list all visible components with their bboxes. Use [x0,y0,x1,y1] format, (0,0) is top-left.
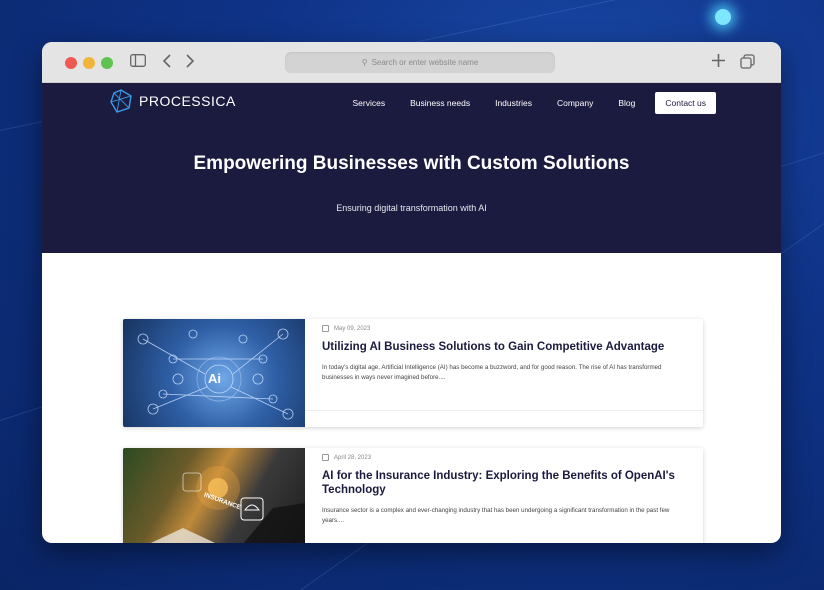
ai-badge-label: Ai [208,371,221,386]
logo-text: PROCESSICA [139,93,236,109]
back-icon[interactable] [162,54,172,72]
calendar-icon [322,454,329,461]
hero-subtitle: Ensuring digital transformation with AI [336,203,487,213]
site-logo[interactable]: PROCESSICA [109,89,236,113]
nav-company[interactable]: Company [557,98,593,108]
forward-icon[interactable] [185,54,195,72]
contact-us-button[interactable]: Contact us [655,92,716,114]
divider [305,410,703,411]
glow-dot [715,9,731,25]
search-icon: ⚲ [361,58,368,67]
post-date-text: May 09, 2023 [334,325,371,332]
main-nav: Services Business needs Industries Compa… [327,92,716,114]
calendar-icon [322,325,329,332]
post-thumbnail-insurance[interactable]: INSURANCE [123,448,305,543]
blog-post-card[interactable]: INSURANCE April 28, 2023 AI for the Insu… [123,448,703,543]
post-excerpt: Insurance sector is a complex and ever-c… [322,507,670,524]
browser-window: ⚲ Search or enter website name PROCESSICA… [42,42,781,543]
post-body: May 09, 2023 Utilizing AI Business Solut… [305,319,703,427]
address-bar[interactable]: ⚲ Search or enter website name [285,52,555,73]
browser-toolbar: ⚲ Search or enter website name [42,42,781,83]
post-thumbnail-ai[interactable]: Ai [123,319,305,427]
tabs-overview-icon[interactable] [740,54,755,73]
blog-post-list: Ai May 09, 2023 Utilizing AI Business So… [123,319,703,543]
post-title[interactable]: AI for the Insurance Industry: Exploring… [322,469,687,497]
minimize-window-button[interactable] [83,57,95,69]
post-date: April 28, 2023 [322,454,687,461]
nav-industries[interactable]: Industries [495,98,532,108]
nav-business-needs[interactable]: Business needs [410,98,470,108]
post-body: April 28, 2023 AI for the Insurance Indu… [305,448,703,543]
maximize-window-button[interactable] [101,57,113,69]
hero-title: Empowering Businesses with Custom Soluti… [193,153,630,174]
logo-mark-icon [110,89,132,113]
new-tab-icon[interactable] [711,53,726,72]
hero-section: PROCESSICA Services Business needs Indus… [42,83,781,253]
post-title[interactable]: Utilizing AI Business Solutions to Gain … [322,340,687,354]
address-placeholder: Search or enter website name [371,58,479,67]
nav-services[interactable]: Services [352,98,385,108]
close-window-button[interactable] [65,57,77,69]
post-date: May 09, 2023 [322,325,687,332]
sidebar-toggle-icon[interactable] [130,54,146,71]
nav-blog[interactable]: Blog [618,98,635,108]
post-date-text: April 28, 2023 [334,454,372,461]
post-excerpt: In today's digital age, Artificial Intel… [322,364,662,381]
blog-post-card[interactable]: Ai May 09, 2023 Utilizing AI Business So… [123,319,703,427]
web-page: PROCESSICA Services Business needs Indus… [42,83,781,543]
